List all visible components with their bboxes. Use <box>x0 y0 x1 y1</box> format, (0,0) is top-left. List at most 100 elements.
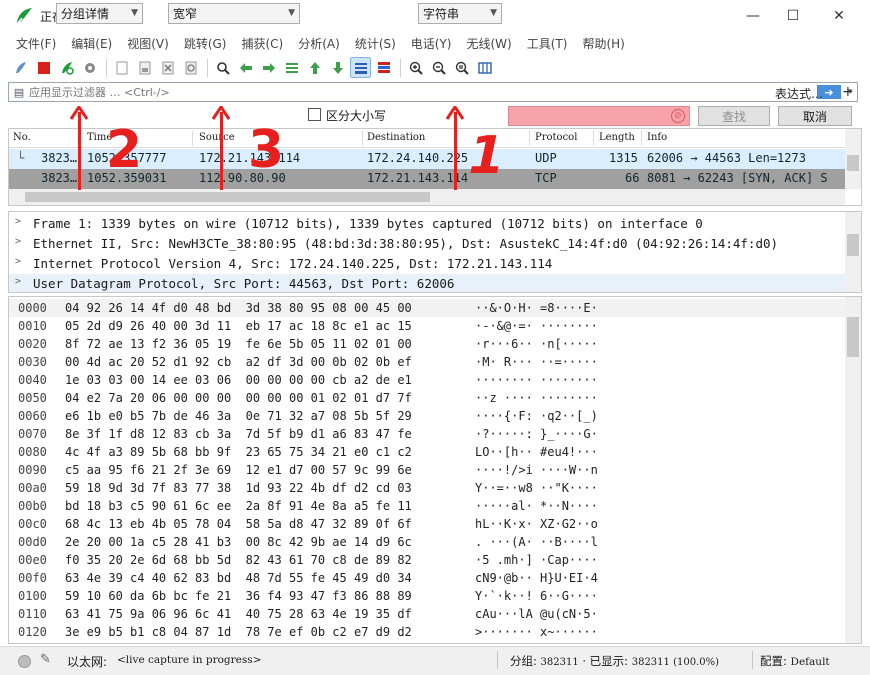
cancel-button[interactable]: 取消 <box>778 106 852 126</box>
menu-tools[interactable]: 工具(T) <box>527 35 568 52</box>
menu-capture[interactable]: 捕获(C) <box>241 35 283 52</box>
column-header-info[interactable]: Info <box>647 132 667 143</box>
hex-dump-row[interactable]: 0040 1e 03 03 00 14 ee 03 06 00 00 00 00 … <box>9 371 845 389</box>
stop-icon[interactable] <box>33 57 54 78</box>
hex-dump-row[interactable]: 0120 3e e9 b5 b1 c8 04 87 1d 78 7e ef 0b … <box>9 623 845 641</box>
bytes-vertical-scrollbar[interactable] <box>845 297 861 643</box>
hex-dump-row[interactable]: 00f0 63 4e 39 c4 40 62 83 bd 48 7d 55 fe … <box>9 569 845 587</box>
menu-file[interactable]: 文件(F) <box>16 35 56 52</box>
reload-icon[interactable] <box>180 57 201 78</box>
scroll-thumb[interactable] <box>847 234 859 256</box>
hex-dump-row[interactable]: 00b0 bd 18 b3 c5 90 61 6c ee 2a 8f 91 4e … <box>9 497 845 515</box>
packet-list-horizontal-scrollbar[interactable] <box>9 189 845 205</box>
hex-dump-row[interactable]: 0090 c5 aa 95 f6 21 2f 3e 69 12 e1 d7 00 … <box>9 461 845 479</box>
status-divider[interactable] <box>752 651 753 669</box>
display-filter-input[interactable] <box>29 83 817 101</box>
expand-chevron-icon[interactable]: > <box>15 256 21 267</box>
hex-dump-row[interactable]: 00c0 68 4c 13 eb 4b 05 78 04 58 5a d8 47 … <box>9 515 845 533</box>
menu-analyze[interactable]: 分析(A) <box>298 35 340 52</box>
hex-dump-row[interactable]: 0110 63 41 75 9a 06 96 6c 41 40 75 28 63 … <box>9 605 845 623</box>
menu-wireless[interactable]: 无线(W) <box>467 35 512 52</box>
column-header-no[interactable]: No. <box>13 132 31 143</box>
maximize-button[interactable]: ☐ <box>770 0 816 32</box>
column-divider[interactable] <box>362 131 363 146</box>
column-divider[interactable] <box>192 131 193 146</box>
menu-edit[interactable]: 编辑(E) <box>71 35 112 52</box>
case-sensitive-checkbox[interactable] <box>308 108 321 121</box>
expand-chevron-icon[interactable]: > <box>15 276 21 287</box>
clear-search-icon[interactable]: ⊘ <box>671 109 685 123</box>
hex-dump-row[interactable]: 00d0 2e 20 00 1a c5 28 41 b3 00 8c 42 9b … <box>9 533 845 551</box>
shark-fin-icon[interactable] <box>10 57 31 78</box>
close-button[interactable]: ✕ <box>816 0 862 32</box>
menu-help[interactable]: 帮助(H) <box>582 35 624 52</box>
hex-dump-row[interactable]: 0100 59 10 60 da 6b bc fe 21 36 f4 93 47 … <box>9 587 845 605</box>
expression-button[interactable]: 表达式… <box>775 85 823 102</box>
hex-dump-row[interactable]: 0030 00 4d ac 20 52 d1 92 cb a2 df 3d 00 … <box>9 353 845 371</box>
column-header-destination[interactable]: Destination <box>367 132 425 143</box>
options-gear-icon[interactable] <box>79 57 100 78</box>
zoom-out-icon[interactable] <box>428 57 449 78</box>
hex-dump-row[interactable]: 0000 04 92 26 14 4f d0 48 bd 3d 38 80 95 … <box>9 299 845 317</box>
save-file-icon[interactable] <box>134 57 155 78</box>
last-packet-icon[interactable] <box>327 57 348 78</box>
menu-view[interactable]: 视图(V) <box>127 35 169 52</box>
packet-list[interactable]: No. Time Source Destination Protocol Len… <box>8 128 862 206</box>
forward-arrow-icon[interactable] <box>258 57 279 78</box>
find-text-input[interactable]: ⊘ <box>508 106 690 126</box>
column-divider[interactable] <box>529 131 530 146</box>
details-vertical-scrollbar[interactable] <box>845 212 861 292</box>
first-packet-icon[interactable] <box>304 57 325 78</box>
detail-row-udp[interactable]: > User Datagram Protocol, Src Port: 4456… <box>9 274 845 292</box>
column-divider[interactable] <box>641 131 642 146</box>
hex-dump-row[interactable]: 0020 8f 72 ae 13 f2 36 05 19 fe 6e 5b 05 … <box>9 335 845 353</box>
column-header-length[interactable]: Length <box>599 132 635 143</box>
expert-info-icon[interactable] <box>18 655 31 668</box>
find-button[interactable]: 查找 <box>698 106 770 126</box>
scroll-thumb[interactable] <box>25 192 430 202</box>
hex-dump-row[interactable]: 00e0 f0 35 20 2e 6d 68 bb 5d 82 43 61 70 … <box>9 551 845 569</box>
hex-dump-row[interactable]: 0010 05 2d d9 26 40 00 3d 11 eb 17 ac 18 … <box>9 317 845 335</box>
packet-bytes-pane[interactable]: 0000 04 92 26 14 4f d0 48 bd 3d 38 80 95 … <box>8 296 862 644</box>
hex-dump-row[interactable]: 00a0 59 18 9d 3d 7f 83 77 38 1d 93 22 4b … <box>9 479 845 497</box>
detail-row-frame[interactable]: > Frame 1: 1339 bytes on wire (10712 bit… <box>9 214 845 234</box>
char-width-select[interactable]: 宽窄 ▼ <box>168 3 300 24</box>
autoscroll-icon[interactable] <box>350 57 371 78</box>
filter-bookmark-icon[interactable]: ▤ <box>9 86 29 99</box>
search-in-select[interactable]: 分组详情 ▼ <box>56 3 143 24</box>
close-file-icon[interactable] <box>157 57 178 78</box>
add-filter-button[interactable]: + <box>842 84 854 100</box>
open-file-icon[interactable] <box>111 57 132 78</box>
detail-row-ipv4[interactable]: > Internet Protocol Version 4, Src: 172.… <box>9 254 845 274</box>
colorize-icon[interactable] <box>373 57 394 78</box>
back-arrow-icon[interactable] <box>235 57 256 78</box>
packet-row[interactable]: 3823… 1052.359031 112.90.80.90 172.21.14… <box>9 169 845 189</box>
status-profile[interactable]: 配置: Default <box>760 653 830 669</box>
packet-details-pane[interactable]: > Frame 1: 1339 bytes on wire (10712 bit… <box>8 211 862 293</box>
expand-chevron-icon[interactable]: > <box>15 236 21 247</box>
find-icon[interactable] <box>212 57 233 78</box>
search-type-select[interactable]: 字符串 ▼ <box>418 3 502 24</box>
restart-icon[interactable] <box>56 57 77 78</box>
menu-statistics[interactable]: 统计(S) <box>355 35 396 52</box>
hex-dump-row[interactable]: 0080 4c 4f a3 89 5b 68 bb 9f 23 65 75 34 … <box>9 443 845 461</box>
column-header-time[interactable]: Time <box>87 132 112 143</box>
menu-go[interactable]: 跳转(G) <box>184 35 227 52</box>
hex-dump-row[interactable]: 0060 e6 1b e0 b5 7b de 46 3a 0e 71 32 a7 … <box>9 407 845 425</box>
packet-row[interactable]: └ 3823… 1052.357777 172.21.143.114 172.2… <box>9 149 845 169</box>
capture-comment-icon[interactable]: ✎ <box>40 652 51 667</box>
status-divider[interactable] <box>497 651 498 669</box>
goto-packet-icon[interactable] <box>281 57 302 78</box>
hex-dump-row[interactable]: 0070 8e 3f 1f d8 12 83 cb 3a 7d 5f b9 d1 … <box>9 425 845 443</box>
column-header-protocol[interactable]: Protocol <box>535 132 577 143</box>
detail-row-ethernet[interactable]: > Ethernet II, Src: NewH3CTe_38:80:95 (4… <box>9 234 845 254</box>
zoom-reset-icon[interactable] <box>451 57 472 78</box>
packet-list-vertical-scrollbar[interactable] <box>845 129 861 189</box>
resize-columns-icon[interactable] <box>474 57 495 78</box>
column-divider[interactable] <box>593 131 594 146</box>
expand-chevron-icon[interactable]: > <box>15 216 21 227</box>
hex-dump-row[interactable]: 0050 04 e2 7a 20 06 00 00 00 00 00 00 01 … <box>9 389 845 407</box>
column-header-source[interactable]: Source <box>199 132 235 143</box>
scroll-thumb[interactable] <box>847 317 859 357</box>
zoom-in-icon[interactable] <box>405 57 426 78</box>
